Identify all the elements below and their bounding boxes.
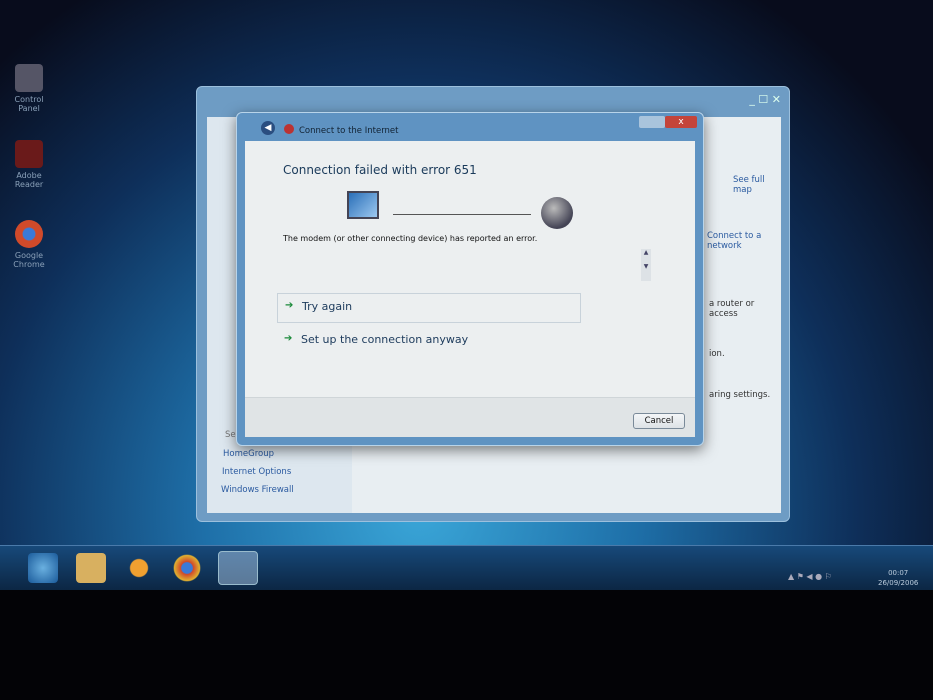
text-router: a router or access: [709, 299, 755, 319]
cancel-button[interactable]: Cancel: [633, 413, 685, 429]
connect-to-internet-dialog: ◀ Connect to the Internet x Connection f…: [236, 112, 704, 446]
desktop: Control Panel Adobe Reader Google Chrome…: [0, 0, 933, 600]
adobe-reader-icon: [15, 140, 43, 168]
link-see-full-map[interactable]: See full map: [733, 175, 781, 195]
link-homegroup[interactable]: HomeGroup: [223, 449, 274, 459]
green-arrow-icon: ➔: [285, 300, 294, 311]
link-windows-firewall[interactable]: Windows Firewall: [221, 485, 294, 495]
error-heading: Connection failed with error 651: [283, 163, 477, 177]
desktop-icon-adobe-reader[interactable]: Adobe Reader: [6, 140, 52, 189]
computer-icon: [347, 191, 379, 219]
date: 26/09/2006: [878, 579, 919, 587]
icon-label: Control Panel: [14, 95, 44, 113]
option-label: Set up the connection anyway: [301, 333, 469, 346]
connection-line: [393, 214, 531, 215]
setup-anyway-option[interactable]: ➔ Set up the connection anyway: [277, 327, 581, 357]
link-connect-network[interactable]: Connect to a network: [707, 231, 781, 251]
desktop-icon-control-panel[interactable]: Control Panel: [6, 64, 52, 113]
time: 00:07: [888, 569, 909, 577]
clock[interactable]: 00:07 26/09/2006: [878, 568, 918, 588]
text-sharing-settings: aring settings.: [709, 390, 771, 400]
icon-label: Adobe Reader: [14, 171, 44, 189]
text-ion: ion.: [709, 349, 725, 359]
media-player-icon[interactable]: [124, 553, 154, 583]
link-internet-options[interactable]: Internet Options: [222, 467, 291, 477]
option-label: Try again: [302, 300, 353, 313]
dialog-title: Connect to the Internet: [299, 126, 399, 136]
back-arrow-icon[interactable]: ◀: [261, 121, 275, 135]
ie-icon[interactable]: [28, 553, 58, 583]
try-again-option[interactable]: ➔ Try again: [277, 293, 581, 323]
desktop-icon-google-chrome[interactable]: Google Chrome: [6, 220, 52, 269]
explorer-icon[interactable]: [76, 553, 106, 583]
error-message: The modem (or other connecting device) h…: [283, 234, 538, 243]
minimize-button[interactable]: [639, 116, 665, 128]
globe-icon: [541, 197, 573, 229]
taskbar: ▲ ⚑ ◀ ● ⚐ 00:07 26/09/2006: [0, 545, 933, 593]
dialog-footer: Cancel: [245, 397, 695, 437]
monitor-bezel: [0, 590, 933, 700]
network-title-icon: [284, 124, 294, 134]
green-arrow-icon: ➔: [284, 333, 293, 344]
system-tray-icons[interactable]: ▲ ⚑ ◀ ● ⚐: [788, 572, 832, 581]
network-taskbar-button[interactable]: [218, 551, 258, 585]
control-panel-icon: [15, 64, 43, 92]
icon-label: Google Chrome: [13, 251, 45, 269]
window-controls[interactable]: _ ☐ ✕: [749, 93, 781, 106]
close-button[interactable]: x: [665, 116, 697, 128]
scrollbar[interactable]: ▲ ▼: [641, 249, 651, 281]
chrome-taskbar-icon[interactable]: [172, 553, 202, 583]
chrome-icon: [15, 220, 43, 248]
